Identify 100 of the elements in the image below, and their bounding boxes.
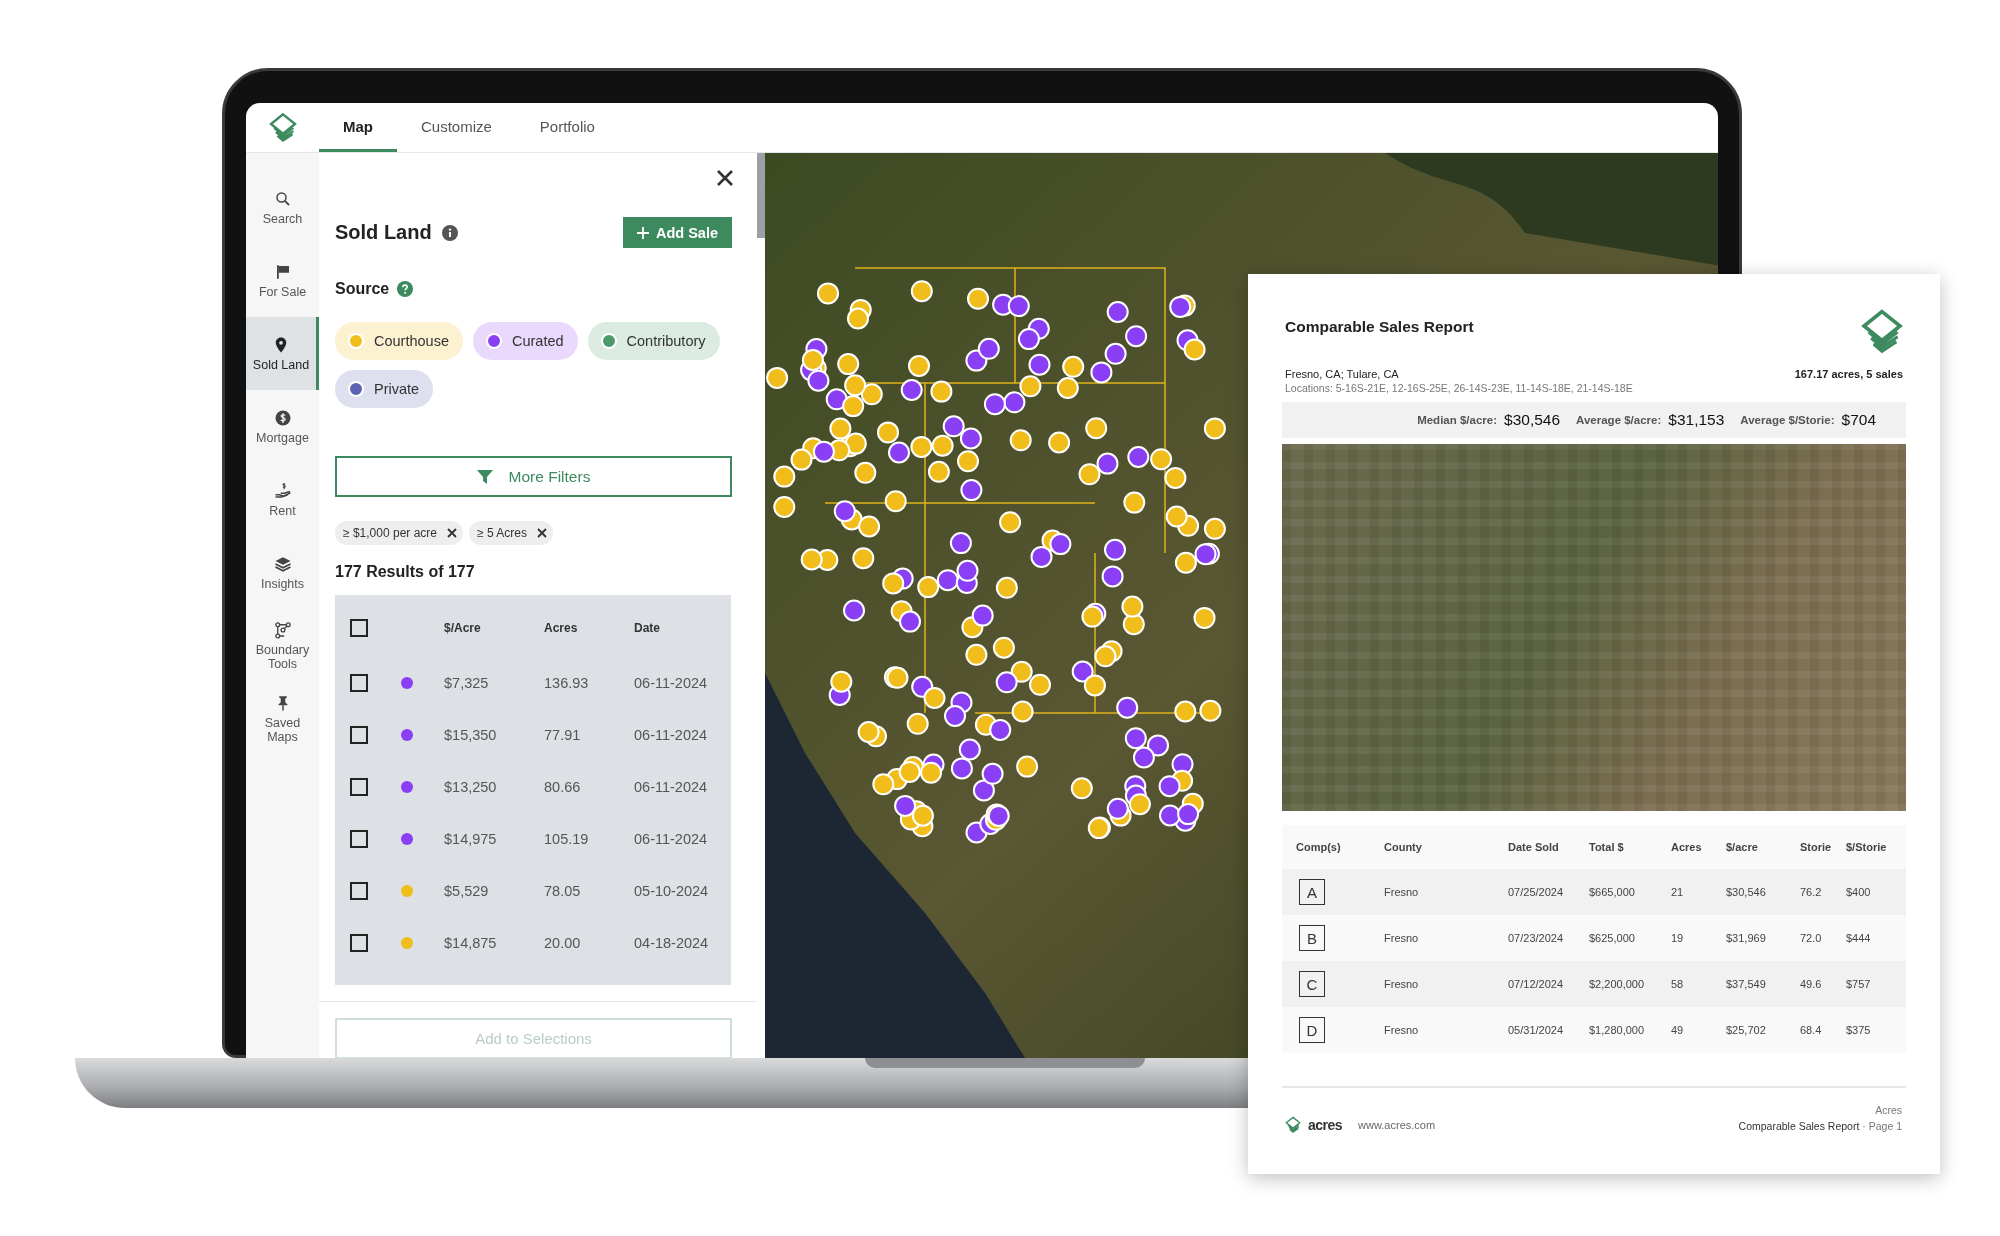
column-header: $/Acre (444, 621, 482, 635)
table-cell-text: $665,000 (1589, 886, 1636, 898)
report-name: Comparable Sales Report (1738, 1120, 1860, 1132)
company-name: Acres (1874, 1103, 1902, 1118)
table-cell-text: Fresno (1384, 932, 1420, 944)
stat-label: Average $/acre: (1576, 414, 1662, 426)
search-icon (273, 189, 292, 208)
table-cell-text: $1,280,000 (1589, 1024, 1646, 1036)
chip-label: Private (374, 381, 420, 397)
table-cell-text: $15,350 (444, 727, 498, 743)
column-header: County (1384, 841, 1423, 853)
checkbox[interactable] (350, 726, 368, 744)
table-cell-text: 49 (1671, 1024, 1685, 1036)
table-cell-text: $757 (1846, 978, 1872, 990)
close-icon[interactable] (716, 169, 734, 187)
checkbox[interactable] (350, 778, 368, 796)
table-cell-text: $7,325 (444, 675, 490, 691)
layers-icon (273, 554, 292, 573)
table-cell-text: $5,529 (444, 883, 490, 899)
scrollbar[interactable] (757, 153, 765, 238)
more-filters-button[interactable]: More Filters (335, 456, 732, 497)
sidebar-item[interactable]: Rent (246, 463, 319, 536)
nav-tab[interactable]: Portfolio (515, 103, 619, 152)
table-cell-text: 06-11-2024 (634, 779, 709, 795)
chip-label: Contributory (626, 333, 706, 349)
sidebar-item[interactable]: Insights (246, 536, 319, 609)
source-chip[interactable]: Courthouse (335, 322, 463, 360)
table-cell-text: $14,875 (444, 935, 498, 951)
table-cell-text: 136.93 (544, 675, 590, 691)
table-cell-text: 78.05 (544, 883, 582, 899)
table-cell-text: 77.91 (544, 727, 582, 743)
sidebar-item[interactable]: Search (246, 171, 319, 244)
summary-text: 167.17 acres, 5 sales (1794, 368, 1903, 380)
checkbox[interactable] (350, 619, 368, 637)
column-header: Total $ (1589, 841, 1625, 853)
checkbox[interactable] (350, 934, 368, 952)
table-cell-text: $14,975 (444, 831, 498, 847)
filter-label: ≥ 5 Acres (477, 526, 527, 540)
table-cell-text: 76.2 (1800, 886, 1823, 898)
comp-letter: B (1299, 925, 1325, 951)
table-cell-text: 19 (1671, 932, 1685, 944)
column-header: Comp(s) (1296, 841, 1342, 853)
table-cell-text: Fresno (1384, 886, 1420, 898)
table-cell-text: 20.00 (544, 935, 582, 951)
acres-logo (1284, 1116, 1302, 1134)
table-cell-text: $625,000 (1589, 932, 1636, 944)
table-cell-text: 105.19 (544, 831, 590, 847)
panel-title: Sold Land (335, 221, 432, 244)
filter-chip[interactable]: ≥ 5 Acres (469, 521, 553, 545)
chip-label: Curated (511, 333, 564, 349)
stat-value: $30,546 (1504, 411, 1561, 429)
table-cell-text: $13,250 (444, 779, 498, 795)
source-chip[interactable]: Private (335, 370, 434, 408)
filter-label: ≥ $1,000 per acre (343, 526, 437, 540)
column-header: $/Storie (1846, 841, 1888, 853)
table-cell-text: 21 (1671, 886, 1685, 898)
table-cell-text: $444 (1846, 932, 1872, 944)
table-cell-text: $37,549 (1726, 978, 1767, 990)
filter-chip[interactable]: ≥ $1,000 per acre (335, 521, 463, 545)
info-icon[interactable] (441, 224, 458, 241)
comp-letter: A (1299, 879, 1325, 905)
column-header: $/acre (1726, 841, 1759, 853)
results-count: 177 Results of 177 (335, 563, 476, 581)
sidebar-item[interactable]: Sold Land (246, 317, 319, 390)
table-cell-text: 06-11-2024 (634, 831, 709, 847)
checkbox[interactable] (350, 882, 368, 900)
source-chip[interactable]: Contributory (587, 322, 720, 360)
source-chip[interactable]: Curated (472, 322, 578, 360)
website-link[interactable]: www.acres.com (1358, 1119, 1436, 1131)
stat-value: $704 (1841, 411, 1876, 429)
comp-letter: D (1299, 1017, 1325, 1043)
table-cell-text: 68.4 (1800, 1024, 1823, 1036)
help-icon[interactable] (397, 281, 414, 297)
table-cell-text: $2,200,000 (1589, 978, 1646, 990)
close-icon[interactable] (447, 528, 457, 538)
table-cell-text: 06-11-2024 (634, 675, 709, 691)
sidebar-item[interactable]: For Sale (246, 244, 319, 317)
checkbox[interactable] (350, 674, 368, 692)
map-markers-drawing[interactable] (766, 280, 1226, 844)
column-header: Storie (1800, 841, 1833, 853)
table-cell-text: 07/25/2024 (1508, 886, 1565, 898)
stat-label: Average $/Storie: (1740, 414, 1835, 426)
table-cell-text: 05-10-2024 (634, 883, 710, 899)
table-cell-text: 72.0 (1800, 932, 1823, 944)
sidebar-item[interactable]: Mortgage (246, 390, 319, 463)
table-cell-text: $31,969 (1726, 932, 1767, 944)
table-cell-text: Fresno (1384, 1024, 1420, 1036)
locations-text: Locations: 5-16S-21E, 12-16S-25E, 26-14S-23E, 11-14S-18E, 21-14S-18E (1285, 382, 1633, 394)
table-cell-text: 80.66 (544, 779, 582, 795)
table-cell-text: 58 (1671, 978, 1685, 990)
add-sale-button[interactable]: Add Sale (622, 217, 732, 248)
stat-value: $31,153 (1668, 411, 1725, 429)
chip-label: Courthouse (374, 333, 449, 349)
close-icon[interactable] (536, 528, 547, 538)
checkbox[interactable] (350, 830, 368, 848)
sidebar-item[interactable]: Boundary Tools (246, 609, 319, 682)
nav-tab[interactable]: Customize (397, 103, 516, 152)
sidebar-item[interactable]: Saved Maps (246, 682, 319, 755)
page-number: Page 1 (1868, 1120, 1902, 1132)
table-cell-text: $400 (1846, 886, 1872, 898)
